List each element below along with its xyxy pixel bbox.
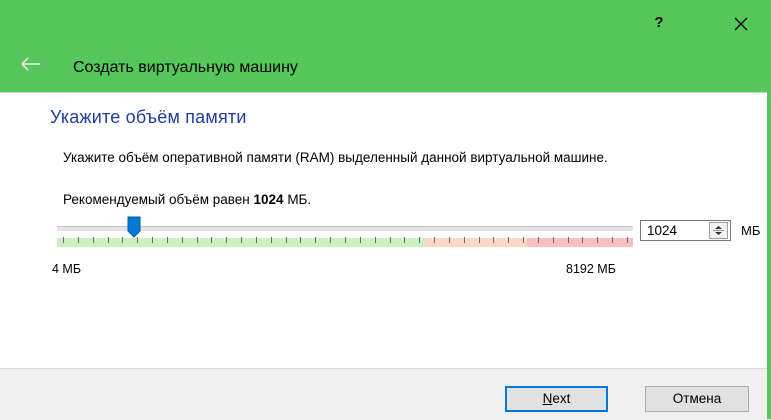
slider-tick <box>197 237 198 243</box>
slider-tick <box>241 237 242 243</box>
memory-unit-label: МБ <box>741 223 761 238</box>
next-label: ext <box>552 391 571 406</box>
slider-tick <box>390 237 391 243</box>
memory-description: Укажите объём оперативной памяти (RAM) в… <box>63 150 608 165</box>
page-heading: Укажите объём памяти <box>50 107 247 127</box>
slider-tick <box>330 237 331 243</box>
slider-tick <box>375 237 376 243</box>
recommend-prefix: Рекомендуемый объём равен <box>63 192 254 207</box>
slider-tick <box>108 237 109 243</box>
slider-tick <box>271 237 272 243</box>
slider-tick <box>612 237 613 243</box>
slider-tick <box>597 237 598 243</box>
slider-tick <box>404 237 405 243</box>
slider-track <box>57 226 633 231</box>
header-divider <box>0 92 771 93</box>
arrow-left-icon <box>21 57 40 71</box>
slider-tick <box>538 237 539 243</box>
slider-ticks <box>57 237 633 247</box>
memory-slider[interactable] <box>57 216 633 256</box>
slider-tick <box>226 237 227 243</box>
next-button[interactable]: Next <box>505 386 608 412</box>
slider-thumb[interactable] <box>127 216 141 238</box>
slider-tick <box>508 237 509 243</box>
slider-tick <box>152 237 153 243</box>
memory-input[interactable] <box>641 221 707 240</box>
spin-arrows-icon <box>713 226 724 235</box>
slider-tick <box>419 237 420 243</box>
slider-tick <box>464 237 465 243</box>
memory-spinbox[interactable] <box>640 220 731 241</box>
slider-tick <box>93 237 94 243</box>
slider-tick <box>315 237 316 243</box>
recommend-value: 1024 <box>253 192 284 207</box>
wizard-header: ? Создать виртуальную машину <box>0 0 771 92</box>
slider-handle-icon <box>127 216 141 238</box>
slider-tick <box>434 237 435 243</box>
wizard-title: Создать виртуальную машину <box>73 59 298 76</box>
window-border <box>767 92 771 419</box>
close-icon <box>734 17 748 31</box>
slider-tick <box>167 237 168 243</box>
slider-tick <box>63 237 64 243</box>
slider-tick <box>568 237 569 243</box>
slider-tick <box>78 237 79 243</box>
cancel-button[interactable]: Отмена <box>645 386 749 412</box>
slider-tick <box>182 237 183 243</box>
slider-tick <box>627 237 628 243</box>
slider-tick <box>286 237 287 243</box>
slider-max-label: 8192 МБ <box>566 262 616 276</box>
slider-tick <box>300 237 301 243</box>
spin-button[interactable] <box>709 222 728 239</box>
slider-tick <box>122 237 123 243</box>
slider-tick <box>553 237 554 243</box>
slider-tick <box>479 237 480 243</box>
slider-tick <box>360 237 361 243</box>
slider-tick <box>582 237 583 243</box>
back-button[interactable] <box>20 56 42 72</box>
slider-tick <box>345 237 346 243</box>
slider-tick <box>449 237 450 243</box>
slider-tick <box>256 237 257 243</box>
slider-tick <box>211 237 212 243</box>
help-button[interactable]: ? <box>648 12 670 34</box>
recommended-memory-text: Рекомендуемый объём равен 1024 МБ. <box>63 192 311 207</box>
next-mnemonic: N <box>542 391 553 406</box>
close-button[interactable] <box>728 11 754 37</box>
slider-tick <box>523 237 524 243</box>
slider-min-label: 4 МБ <box>52 262 82 276</box>
recommend-suffix: МБ. <box>283 192 312 207</box>
slider-tick <box>493 237 494 243</box>
